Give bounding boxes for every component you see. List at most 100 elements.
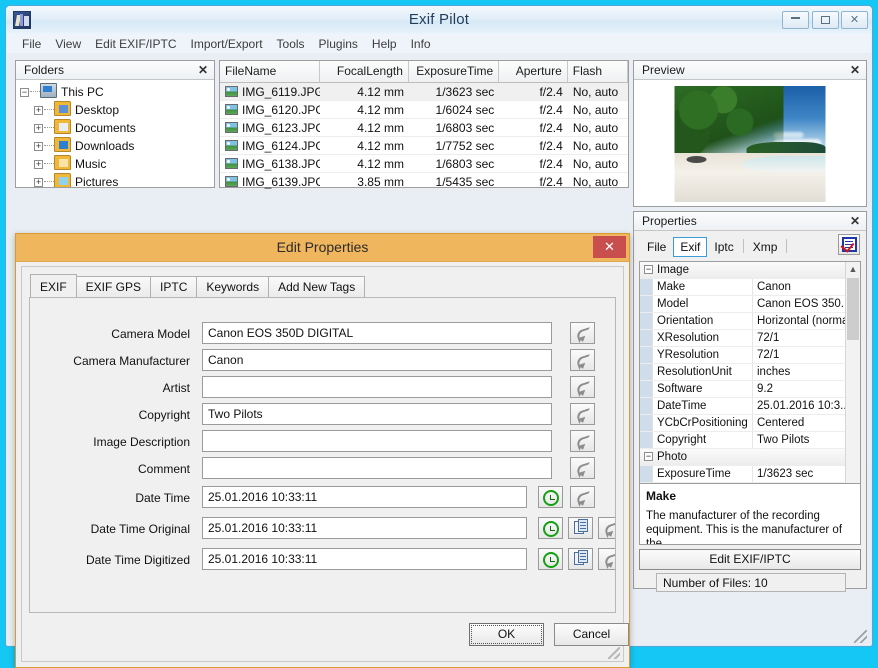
properties-scrollbar[interactable]: ▲ ▼ <box>845 262 860 515</box>
scrollbar-thumb[interactable] <box>847 278 859 340</box>
menu-tools[interactable]: Tools <box>270 34 312 53</box>
property-row[interactable]: YCbCrPositioning Centered <box>640 415 860 432</box>
tree-node-pictures[interactable]: + Pictures <box>34 173 214 187</box>
folder-tree[interactable]: − This PC + Desktop + Documents + Downloads … <box>16 80 214 187</box>
tab-file[interactable]: File <box>640 237 673 257</box>
date-time-digitized-now-button[interactable] <box>538 548 563 570</box>
date-time-input[interactable]: 25.01.2016 10:33:11 <box>202 486 527 508</box>
tab-keywords[interactable]: Keywords <box>196 276 270 299</box>
column-header-flash[interactable]: Flash <box>568 61 628 82</box>
table-row[interactable]: IMG_6119.JPG 4.12 mm 1/3623 sec f/2.4 No… <box>220 83 628 101</box>
property-row[interactable]: Copyright Two Pilots <box>640 432 860 449</box>
property-row[interactable]: Software 9.2 <box>640 381 860 398</box>
property-row[interactable]: Make Canon <box>640 279 860 296</box>
menu-help[interactable]: Help <box>365 34 404 53</box>
resize-grip[interactable] <box>854 630 867 643</box>
tab-iptc[interactable]: Iptc <box>707 237 740 257</box>
tree-node-downloads[interactable]: + Downloads <box>34 137 214 155</box>
tab-exif[interactable]: Exif <box>673 237 708 257</box>
undo-date-time-digitized-button[interactable] <box>598 548 615 570</box>
column-header-exposuretime[interactable]: ExposureTime <box>409 61 500 82</box>
table-row[interactable]: IMG_6139.JPG 3.85 mm 1/5435 sec f/2.4 No… <box>220 173 628 191</box>
column-header-aperture[interactable]: Aperture <box>499 61 568 82</box>
menu-view[interactable]: View <box>48 34 88 53</box>
date-time-original-input[interactable]: 25.01.2016 10:33:11 <box>202 517 527 539</box>
cell-flash: No, auto <box>572 121 619 135</box>
menu-plugins[interactable]: Plugins <box>312 34 365 53</box>
preview-close-icon[interactable]: ✕ <box>850 63 860 77</box>
tab-exif-gps[interactable]: EXIF GPS <box>75 276 152 299</box>
undo-date-time-original-button[interactable] <box>598 517 615 539</box>
tab-add-new-tags[interactable]: Add New Tags <box>268 276 366 299</box>
table-row[interactable]: IMG_6123.JPG 4.12 mm 1/6803 sec f/2.4 No… <box>220 119 628 137</box>
undo-date-time-button[interactable] <box>570 486 595 508</box>
undo-image-description-button[interactable] <box>570 430 595 452</box>
date-time-original-now-button[interactable] <box>538 517 563 539</box>
property-row[interactable]: Orientation Horizontal (normal) <box>640 313 860 330</box>
column-header-focallength[interactable]: FocalLength <box>320 61 409 82</box>
property-row[interactable]: Model Canon EOS 350... <box>640 296 860 313</box>
menu-import-export[interactable]: Import/Export <box>184 34 270 53</box>
tree-node-documents[interactable]: + Documents <box>34 119 214 137</box>
undo-artist-button[interactable] <box>570 376 595 398</box>
folders-close-icon[interactable]: ✕ <box>198 63 208 77</box>
ok-button[interactable]: OK <box>469 623 544 646</box>
date-time-digitized-input[interactable]: 25.01.2016 10:33:11 <box>202 548 527 570</box>
undo-camera-manufacturer-button[interactable] <box>570 349 595 371</box>
dialog-close-button[interactable]: ✕ <box>593 236 626 258</box>
scroll-up-icon[interactable]: ▲ <box>846 262 860 277</box>
artist-input[interactable] <box>202 376 552 398</box>
menu-info[interactable]: Info <box>404 34 438 53</box>
menu-edit-exif-iptc[interactable]: Edit EXIF/IPTC <box>88 34 183 53</box>
minimize-button[interactable] <box>782 11 809 29</box>
date-time-original-copy-button[interactable] <box>568 517 593 539</box>
date-time-digitized-copy-button[interactable] <box>568 548 593 570</box>
expander-icon[interactable]: − <box>20 88 29 97</box>
menu-file[interactable]: File <box>15 34 48 53</box>
undo-comment-button[interactable] <box>570 457 595 479</box>
edit-exif-iptc-button[interactable]: Edit EXIF/IPTC <box>639 549 861 570</box>
field-row-date-time-digitized: Date Time Digitized 25.01.2016 10:33:11 <box>30 544 615 575</box>
undo-camera-model-button[interactable] <box>570 322 595 344</box>
property-row[interactable]: YResolution 72/1 <box>640 347 860 364</box>
tab-xmp[interactable]: Xmp <box>746 237 785 257</box>
camera-model-input[interactable]: Canon EOS 350D DIGITAL <box>202 322 552 344</box>
dialog-resize-grip[interactable] <box>608 647 620 659</box>
copyright-input[interactable]: Two Pilots <box>202 403 552 425</box>
expander-icon[interactable]: + <box>34 142 43 151</box>
property-row[interactable]: ResolutionUnit inches <box>640 364 860 381</box>
properties-close-icon[interactable]: ✕ <box>850 214 860 228</box>
cancel-button[interactable]: Cancel <box>554 623 629 646</box>
group-expander-icon[interactable]: − <box>644 452 653 461</box>
cell-focallength: 4.12 mm <box>357 103 404 117</box>
expander-icon[interactable]: + <box>34 160 43 169</box>
tab-exif[interactable]: EXIF <box>30 274 77 299</box>
property-row[interactable]: DateTime 25.01.2016 10:3... <box>640 398 860 415</box>
property-row[interactable]: ExposureTime 1/3623 sec <box>640 466 860 483</box>
expander-icon[interactable]: + <box>34 178 43 187</box>
maximize-button[interactable] <box>812 11 839 29</box>
tree-node-music[interactable]: + Music <box>34 155 214 173</box>
property-row[interactable]: XResolution 72/1 <box>640 330 860 347</box>
edit-tags-icon[interactable] <box>838 234 860 255</box>
tree-node-this-pc[interactable]: − This PC <box>20 83 214 101</box>
tree-node-desktop[interactable]: + Desktop <box>34 101 214 119</box>
cell-filename: IMG_6139.JPG <box>242 175 321 189</box>
camera-manufacturer-input[interactable]: Canon <box>202 349 552 371</box>
expander-icon[interactable]: + <box>34 106 43 115</box>
date-time-now-button[interactable] <box>538 486 563 508</box>
tab-iptc[interactable]: IPTC <box>150 276 198 299</box>
comment-input[interactable] <box>202 457 552 479</box>
table-row[interactable]: IMG_6120.JPG 4.12 mm 1/6024 sec f/2.4 No… <box>220 101 628 119</box>
image-description-input[interactable] <box>202 430 552 452</box>
property-group-image[interactable]: − Image <box>640 262 860 279</box>
column-header-filename[interactable]: FileName <box>220 61 321 82</box>
group-expander-icon[interactable]: − <box>644 265 653 274</box>
undo-copyright-button[interactable] <box>570 403 595 425</box>
expander-icon[interactable]: + <box>34 124 43 133</box>
table-row[interactable]: IMG_6124.JPG 4.12 mm 1/7752 sec f/2.4 No… <box>220 137 628 155</box>
properties-grid[interactable]: − Image Make Canon Model Canon EOS 350... O… <box>639 261 861 516</box>
close-button[interactable]: ✕ <box>841 11 868 29</box>
property-group-photo[interactable]: − Photo <box>640 449 860 466</box>
table-row[interactable]: IMG_6138.JPG 4.12 mm 1/6803 sec f/2.4 No… <box>220 155 628 173</box>
